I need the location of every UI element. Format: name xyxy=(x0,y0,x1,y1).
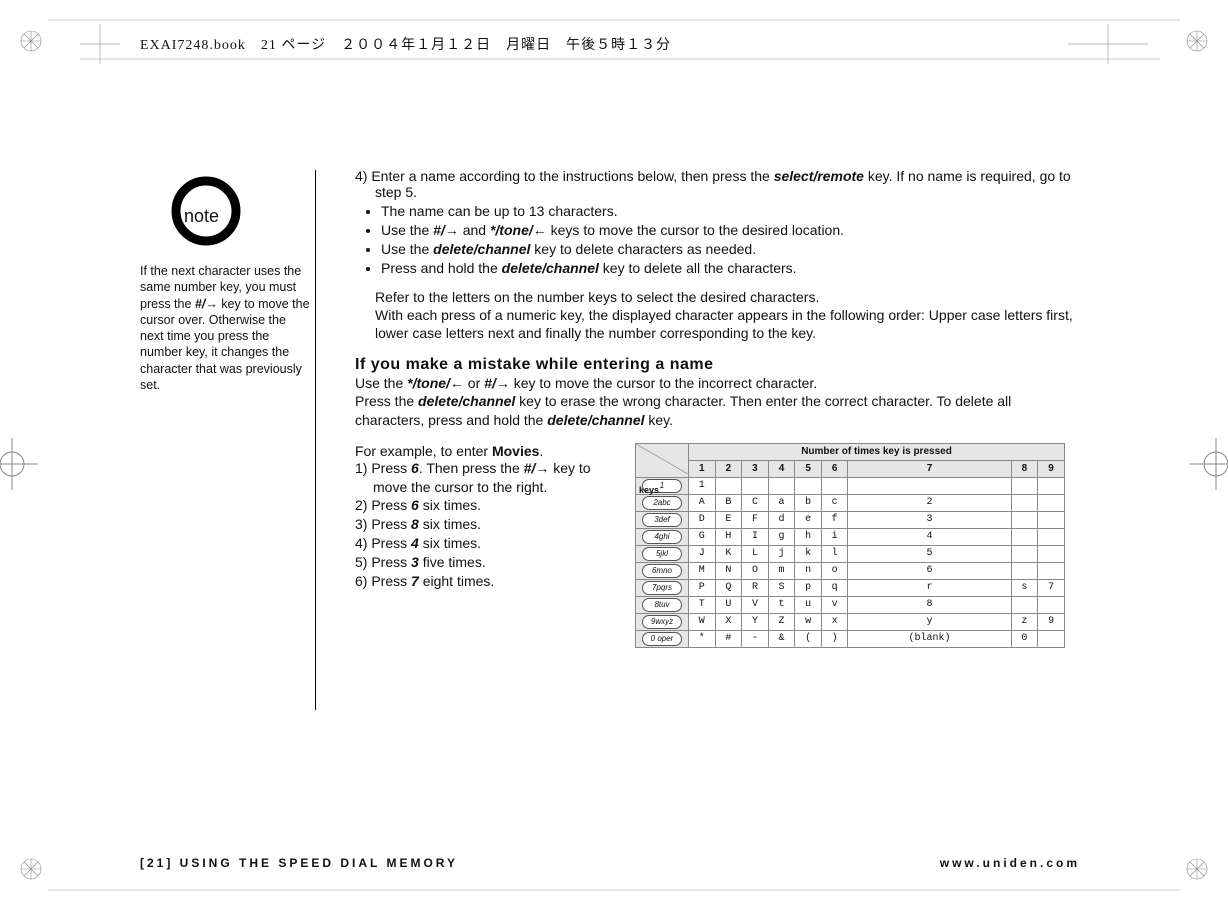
crop-line-bottom xyxy=(0,888,1228,892)
table-row: 2abcABCabc2 xyxy=(636,494,1065,511)
table-row: 0 oper*#-&()(blank)0 xyxy=(636,630,1065,647)
note-body: If the next character uses the same numb… xyxy=(140,263,310,393)
note-badge-label: note xyxy=(184,206,354,227)
source-file-meta: EXAI7248.book 21 ページ ２００４年１月１２日 月曜日 午後５時… xyxy=(140,34,671,54)
table-row: 11 xyxy=(636,477,1065,494)
crop-radial-top-left xyxy=(18,28,44,54)
table-row: 7pqrsPQRSpqrs7 xyxy=(636,579,1065,596)
table-header-row: keys 123456789 xyxy=(636,460,1065,477)
footer-left: [21] USING THE SPEED DIAL MEMORY xyxy=(140,856,458,870)
footer-right: www.uniden.com xyxy=(940,856,1080,870)
mistake-heading: If you make a mistake while entering a n… xyxy=(355,356,1075,374)
crop-radial-top-right xyxy=(1184,28,1210,54)
table-header-span: Number of times key is pressed xyxy=(689,443,1065,460)
meta-line-rule xyxy=(80,58,1160,60)
crop-radial-bottom-left xyxy=(18,856,44,882)
table-row: 8tuvTUVtuv8 xyxy=(636,596,1065,613)
bullet-2: Use the #/→ and */tone/← keys to move th… xyxy=(381,221,1075,240)
crop-line-top xyxy=(0,18,1228,22)
mistake-body: Use the */tone/← or #/→ key to move the … xyxy=(355,374,1075,429)
step-4-bullets: The name can be up to 13 characters. Use… xyxy=(381,202,1075,278)
bullet-3: Use the delete/channel key to delete cha… xyxy=(381,240,1075,259)
bullet-4: Press and hold the delete/channel key to… xyxy=(381,259,1075,278)
table-row: 3defDEFdef3 xyxy=(636,511,1065,528)
crosshair-right xyxy=(1190,438,1228,490)
example-steps: For example, to enter Movies. 1) Press 6… xyxy=(355,443,625,591)
bullet-1: The name can be up to 13 characters. xyxy=(381,202,1075,221)
table-row: 9wxyzWXYZwxyz9 xyxy=(636,613,1065,630)
table-row: 5jklJKLjkl5 xyxy=(636,545,1065,562)
explain-para: Refer to the letters on the number keys … xyxy=(375,288,1075,343)
sidebar-note: note If the next character uses the same… xyxy=(140,175,310,393)
crosshair-left xyxy=(0,438,38,490)
column-divider xyxy=(315,170,316,710)
character-table: Number of times key is pressed keys 1234… xyxy=(635,443,1065,648)
table-row: 6mnoMNOmno6 xyxy=(636,562,1065,579)
crop-radial-bottom-right xyxy=(1184,856,1210,882)
table-row: 4ghiGHIghi4 xyxy=(636,528,1065,545)
step-4: 4) Enter a name according to the instruc… xyxy=(355,168,1075,200)
main-content: 4) Enter a name according to the instruc… xyxy=(355,168,1075,648)
